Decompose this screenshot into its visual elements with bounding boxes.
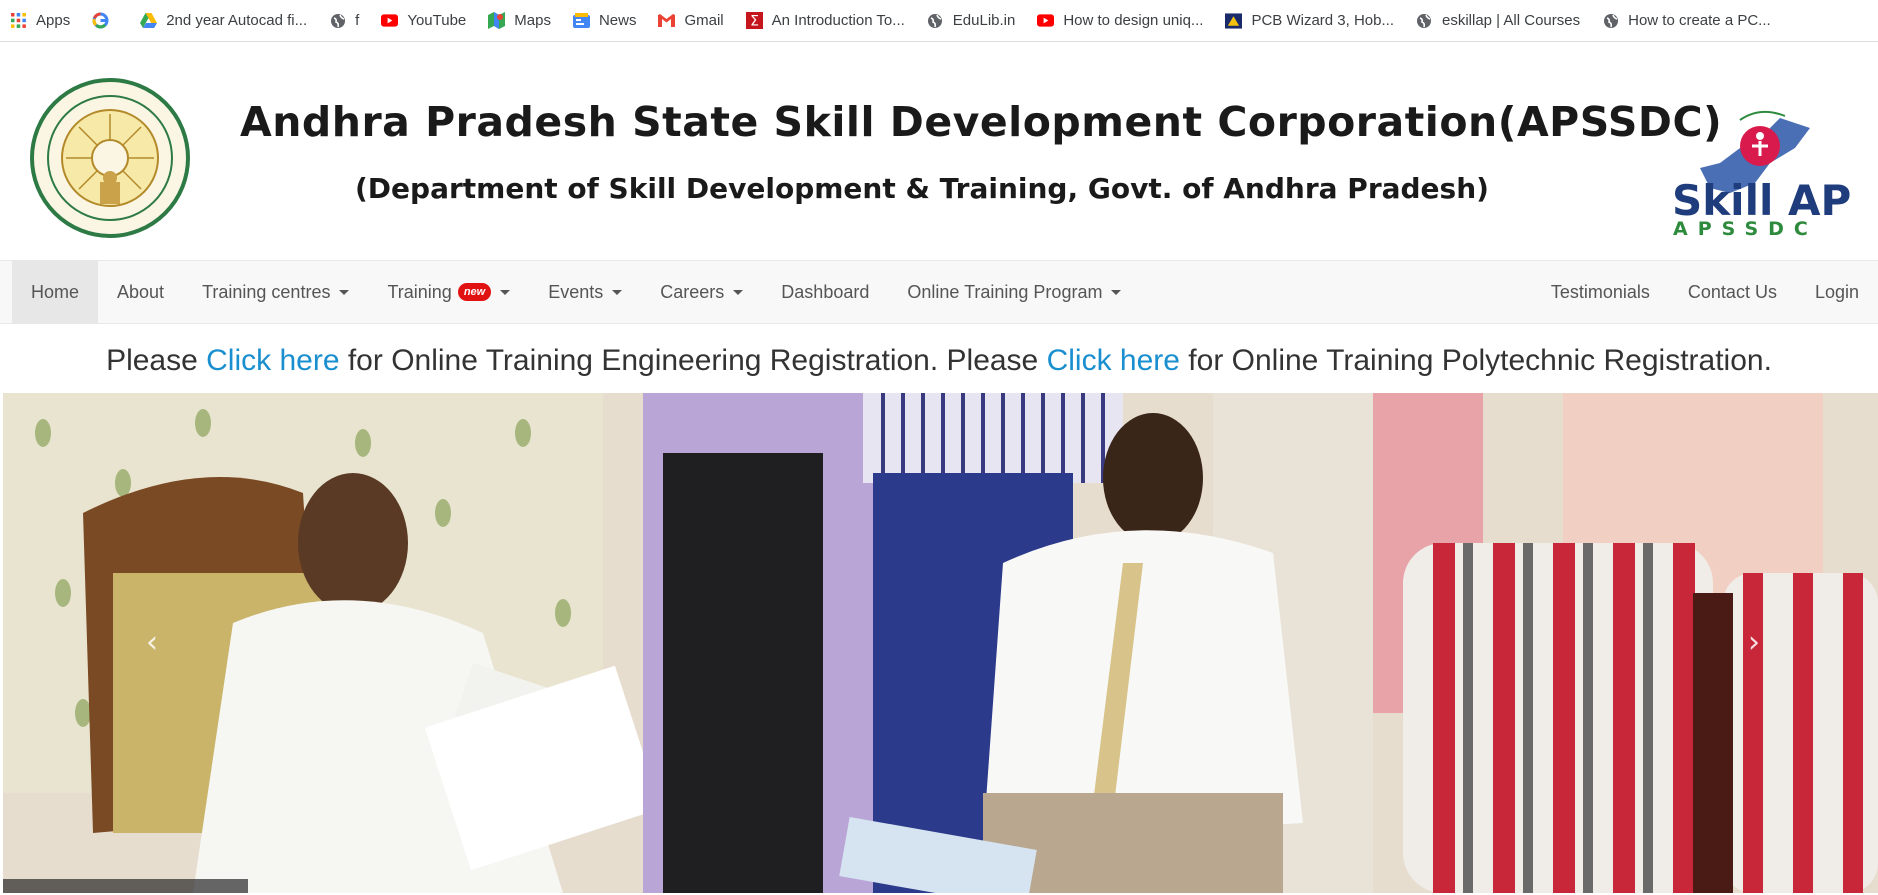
bookmark-label: f (355, 12, 360, 29)
gmail-icon (658, 12, 676, 29)
globe-icon (329, 12, 346, 29)
new-badge: new (457, 283, 492, 301)
bookmark-news[interactable]: News (572, 12, 637, 29)
nav-label: Contact Us (1687, 281, 1777, 302)
bookmark-eskillap[interactable]: eskillap | All Courses (1416, 12, 1580, 29)
nav-label: Careers (660, 281, 725, 302)
globe-icon (927, 12, 944, 29)
bookmark-maps[interactable]: Maps (488, 12, 551, 29)
bookmark-gmail[interactable]: Gmail (658, 12, 724, 29)
nav-label: Login (1814, 281, 1859, 302)
svg-text:Σ: Σ (750, 14, 759, 30)
nav-careers[interactable]: Careers (641, 261, 762, 323)
nav-contact-us[interactable]: Contact Us (1669, 261, 1796, 323)
nav-label: About (117, 281, 165, 302)
maps-icon (488, 12, 506, 29)
nav-login[interactable]: Login (1796, 261, 1878, 323)
nav-label: Home (31, 281, 80, 302)
nav-dashboard[interactable]: Dashboard (762, 261, 888, 323)
caret-down-icon (733, 289, 744, 295)
polytechnic-registration-link[interactable]: Click here (1047, 344, 1180, 377)
site-header: Andhra Pradesh State Skill Development C… (0, 58, 1878, 260)
engineering-registration-link[interactable]: Click here (206, 344, 339, 377)
carousel-next-arrow-icon[interactable]: › (1748, 625, 1760, 660)
notice-text: Please (106, 344, 207, 377)
page-subtitle: (Department of Skill Development & Train… (355, 172, 1489, 205)
page-title: Andhra Pradesh State Skill Development C… (240, 98, 1723, 146)
bookmark-label: 2nd year Autocad fi... (166, 12, 308, 29)
registration-notice: Please Click here for Online Training En… (0, 344, 1878, 378)
nav-events[interactable]: Events (529, 261, 641, 323)
notice-text: for Online Training Polytechnic Registra… (1179, 344, 1772, 377)
nav-training-centres[interactable]: Training centres (183, 261, 368, 323)
bookmarks-bar: Apps 2nd year Autocad fi... f YouTube Ma… (0, 0, 1878, 42)
nav-training[interactable]: Training new (368, 261, 529, 323)
carousel-caption-bar (3, 879, 248, 893)
bookmark-autocad[interactable]: 2nd year Autocad fi... (140, 12, 307, 29)
bookmark-f[interactable]: f (329, 12, 359, 29)
carousel-prev-arrow-icon[interactable]: ‹ (146, 625, 158, 660)
caret-down-icon (612, 289, 623, 295)
carousel-photo (3, 393, 1878, 893)
nav-about[interactable]: About (98, 261, 183, 323)
bookmark-label: Maps (514, 12, 551, 29)
google-drive-icon (140, 12, 158, 29)
nav-online-training-program[interactable]: Online Training Program (888, 261, 1140, 323)
caret-down-icon (339, 289, 350, 295)
bookmark-edulib[interactable]: EduLib.in (927, 12, 1016, 29)
bookmark-introduction[interactable]: Σ An Introduction To... (745, 12, 905, 30)
apps-grid-icon (10, 12, 27, 29)
bookmark-apps[interactable]: Apps (10, 12, 70, 29)
pcb-icon (1225, 12, 1243, 29)
globe-icon (1416, 12, 1433, 29)
bookmark-design[interactable]: How to design uniq... (1037, 12, 1203, 29)
nav-testimonials[interactable]: Testimonials (1532, 261, 1669, 323)
nav-label: Training (387, 281, 452, 302)
notice-text: for Online Training Engineering Registra… (339, 344, 1047, 377)
bookmark-label: EduLib.in (952, 12, 1016, 29)
ap-emblem-logo (30, 78, 190, 238)
globe-icon (1602, 12, 1619, 29)
bookmark-pcb-wizard[interactable]: PCB Wizard 3, Hob... (1225, 12, 1394, 29)
bookmark-youtube[interactable]: YouTube (381, 12, 466, 29)
sigma-icon: Σ (745, 12, 763, 30)
bookmark-label: How to design uniq... (1063, 12, 1204, 29)
caret-down-icon (500, 289, 511, 295)
nav-home[interactable]: Home (12, 261, 99, 323)
bookmark-label: YouTube (407, 12, 467, 29)
caret-down-icon (1111, 289, 1122, 295)
nav-label: Dashboard (781, 281, 870, 302)
nav-label: Online Training Program (907, 281, 1103, 302)
youtube-icon (381, 12, 399, 29)
apssdc-logo-text: APSSDC (1673, 218, 1818, 240)
bookmark-label: How to create a PC... (1628, 12, 1771, 29)
bookmark-label: eskillap | All Courses (1441, 12, 1581, 29)
main-navbar: Home About Training centres Training new … (0, 260, 1878, 324)
bookmark-label: PCB Wizard 3, Hob... (1251, 12, 1394, 29)
bookmark-label: Gmail (684, 12, 724, 29)
news-icon (572, 12, 590, 29)
bookmark-label: News (598, 12, 637, 29)
image-carousel: ‹ › (3, 393, 1878, 893)
nav-label: Testimonials (1550, 281, 1650, 302)
nav-label: Training centres (202, 281, 331, 302)
youtube-icon (1037, 12, 1055, 29)
bookmark-google[interactable] (92, 12, 118, 29)
bookmark-label: An Introduction To... (771, 12, 905, 29)
google-icon (92, 12, 109, 29)
bookmark-create-pc[interactable]: How to create a PC... (1602, 12, 1771, 29)
nav-label: Events (548, 281, 604, 302)
bookmark-label: Apps (36, 12, 71, 29)
